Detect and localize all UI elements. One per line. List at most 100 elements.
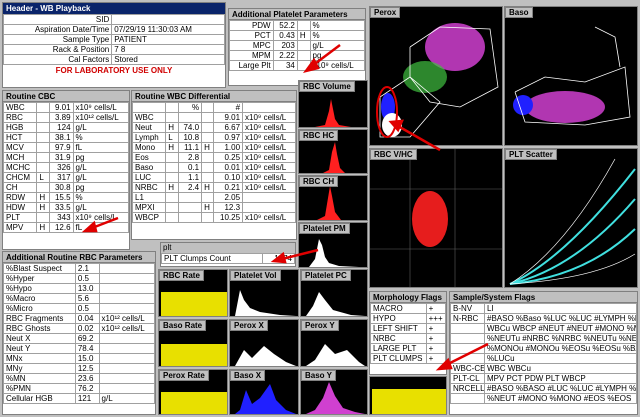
platelet-params-panel: Additional Platelet Parameters PDW 52.2% P… (228, 8, 366, 86)
sample-flag-value: %NEUTu #NRBC %NRBC %NEUTu %NEUTu %LYMPH (484, 333, 637, 344)
cbc-title: Routine CBC (3, 91, 129, 102)
param-value: 203 (272, 40, 298, 51)
platelet-params-title: Additional Platelet Parameters (229, 9, 365, 20)
rbc-param-row: %PMN 76.2 (3, 383, 156, 394)
cbc-value: 31.9 (48, 152, 74, 163)
wbc-diff-row: Eos 2.8 0.25 x10⁹ cells/L (131, 152, 296, 163)
rbc-param-label: %Micro (3, 303, 76, 314)
cbc-value: 343 (48, 212, 74, 223)
cbc-unit: x10⁹ cells/L (72, 212, 130, 223)
rbc-params-panel: Additional Routine RBC Parameters %Blast… (2, 251, 156, 415)
morph-flag-row: NRBC + (370, 333, 447, 344)
diff-abs: 6.67 (213, 122, 244, 133)
platelet-pm-plot: Platelet PM (298, 222, 368, 268)
header-label: Rack & Position (2, 44, 113, 55)
header-title: Header - WB Playback (3, 3, 225, 14)
rbc-volume-label: RBC Volume (299, 81, 355, 92)
param-unit: pg (309, 50, 366, 61)
sample-flag-value: #BASO %Baso %LUC %LUC #LYMPH %LYMPH (484, 313, 637, 324)
rbc-param-label: %MN (3, 373, 76, 384)
diff-abs-flag (201, 122, 215, 133)
rbc-param-row: %Blast Suspect 2.1 (3, 263, 156, 274)
diff-label: WBCP (131, 212, 167, 223)
sample-flag-value: LI (484, 303, 637, 314)
diff-abs: 0.01 (213, 162, 244, 173)
rbc-param-row: Cellular HGB 121 g/L (3, 393, 156, 404)
param-label: PDW (229, 20, 274, 31)
rbc-param-value: 12.5 (74, 363, 100, 374)
diff-abs: 9.01 (213, 112, 244, 123)
morph-histogram (369, 376, 447, 415)
rbc-param-unit (98, 293, 156, 304)
cbc-value: 30.8 (48, 182, 74, 193)
sample-flag-value: %NEUT #MONO %MONO #EOS %EOS (484, 393, 637, 404)
morph-flag-value: + (425, 333, 447, 344)
sample-flag-label (450, 353, 485, 364)
rbc-param-unit (98, 343, 156, 354)
rbc-param-value: 23.6 (74, 373, 100, 384)
param-flag (296, 60, 311, 71)
wbc-diff-title: Routine WBC Differential (132, 91, 296, 102)
baso-rate-plot: Baso Rate (158, 319, 228, 367)
perox-label: Perox (370, 7, 401, 18)
diff-unit: x10⁹ cells/L (242, 172, 296, 183)
rbc-param-row: %Macro 5.6 (3, 293, 156, 304)
diff-pct: 10.8 (177, 132, 203, 143)
param-label: Large Plt (229, 60, 274, 71)
header-row: Aspiration Date/Time 07/29/19 11:30:03 AM (2, 24, 225, 35)
cbc-unit: g/L (72, 162, 130, 173)
rbc-param-unit (98, 373, 156, 384)
sample-flags-table: B-NV LI N-RBC #BASO %Baso %LUC %LUC #LYMPH … (450, 303, 637, 404)
cbc-row: HDW H 33.5 g/L (2, 202, 130, 213)
rbc-param-label: RBC Ghosts (3, 323, 76, 334)
morph-flag-label: NRBC (370, 333, 427, 344)
wbc-diff-row: Mono H 11.1 H 1.00 x10⁹ cells/L (131, 142, 296, 153)
cbc-unit: fL (72, 142, 130, 153)
morph-flag-label: PLT CLUMPS (370, 353, 427, 364)
rbc-param-value: 121 (74, 393, 100, 404)
cbc-row: WBC 9.01 x10⁹ cells/L (2, 102, 130, 113)
diff-abs-flag (201, 212, 215, 223)
sample-flag-label: PLT-CL (450, 373, 485, 384)
cbc-flag (36, 102, 50, 113)
perox-y-plot: Perox Y (300, 319, 368, 367)
header-value: 7 8 (111, 44, 225, 55)
rbc-param-label: Neut X (3, 333, 76, 344)
plt-clumps-value: 1974 (261, 253, 296, 264)
morph-flag-row: PLT CLUMPS + (370, 353, 447, 364)
wbc-diff-row: Baso 0.1 0.01 x10⁹ cells/L (131, 162, 296, 173)
diff-label: Mono (131, 142, 167, 153)
diff-label: Eos (131, 152, 167, 163)
rbc-param-row: %Hypo 13.0 (3, 283, 156, 294)
diff-header-pct: % (177, 102, 203, 113)
sample-flag-value: %LUCu (484, 353, 637, 364)
param-value: 52.2 (272, 20, 298, 31)
diff-abs: 0.97 (213, 132, 244, 143)
diff-unit: x10⁹ cells/L (242, 212, 296, 223)
wbc-diff-panel: Routine WBC Differential % # WBC 9.01 x10⁹ c… (131, 90, 297, 240)
rbc-param-value: 69.2 (74, 333, 100, 344)
cbc-flag: H (36, 222, 50, 233)
header-label: Aspiration Date/Time (2, 24, 113, 35)
diff-header-blank (131, 102, 167, 113)
rbc-param-unit: g/L (98, 393, 156, 404)
cbc-unit: pg (72, 152, 130, 163)
header-panel: Header - WB Playback SID Aspiration Date/… (2, 2, 226, 88)
diff-abs-flag (201, 192, 215, 203)
sample-flag-value: %MONOu #MONOu %EOSu %EOSu %BASO (484, 343, 637, 354)
rbc-rate-label: RBC Rate (159, 270, 204, 281)
diff-pct (177, 192, 203, 203)
baso-rate-label: Baso Rate (159, 320, 207, 331)
diff-abs: 0.21 (213, 182, 244, 193)
rbc-param-unit (98, 333, 156, 344)
rbc-param-unit (98, 303, 156, 314)
rbc-param-unit (98, 353, 156, 364)
diff-pct-flag: L (165, 132, 179, 143)
param-value: 2.22 (272, 50, 298, 61)
sample-flag-label (450, 323, 485, 334)
diff-abs: 0.25 (213, 152, 244, 163)
sample-flag-label (450, 393, 485, 404)
diff-abs: 10.25 (213, 212, 244, 223)
cbc-label: CHCM (2, 172, 38, 183)
header-value: Stored (111, 54, 225, 65)
